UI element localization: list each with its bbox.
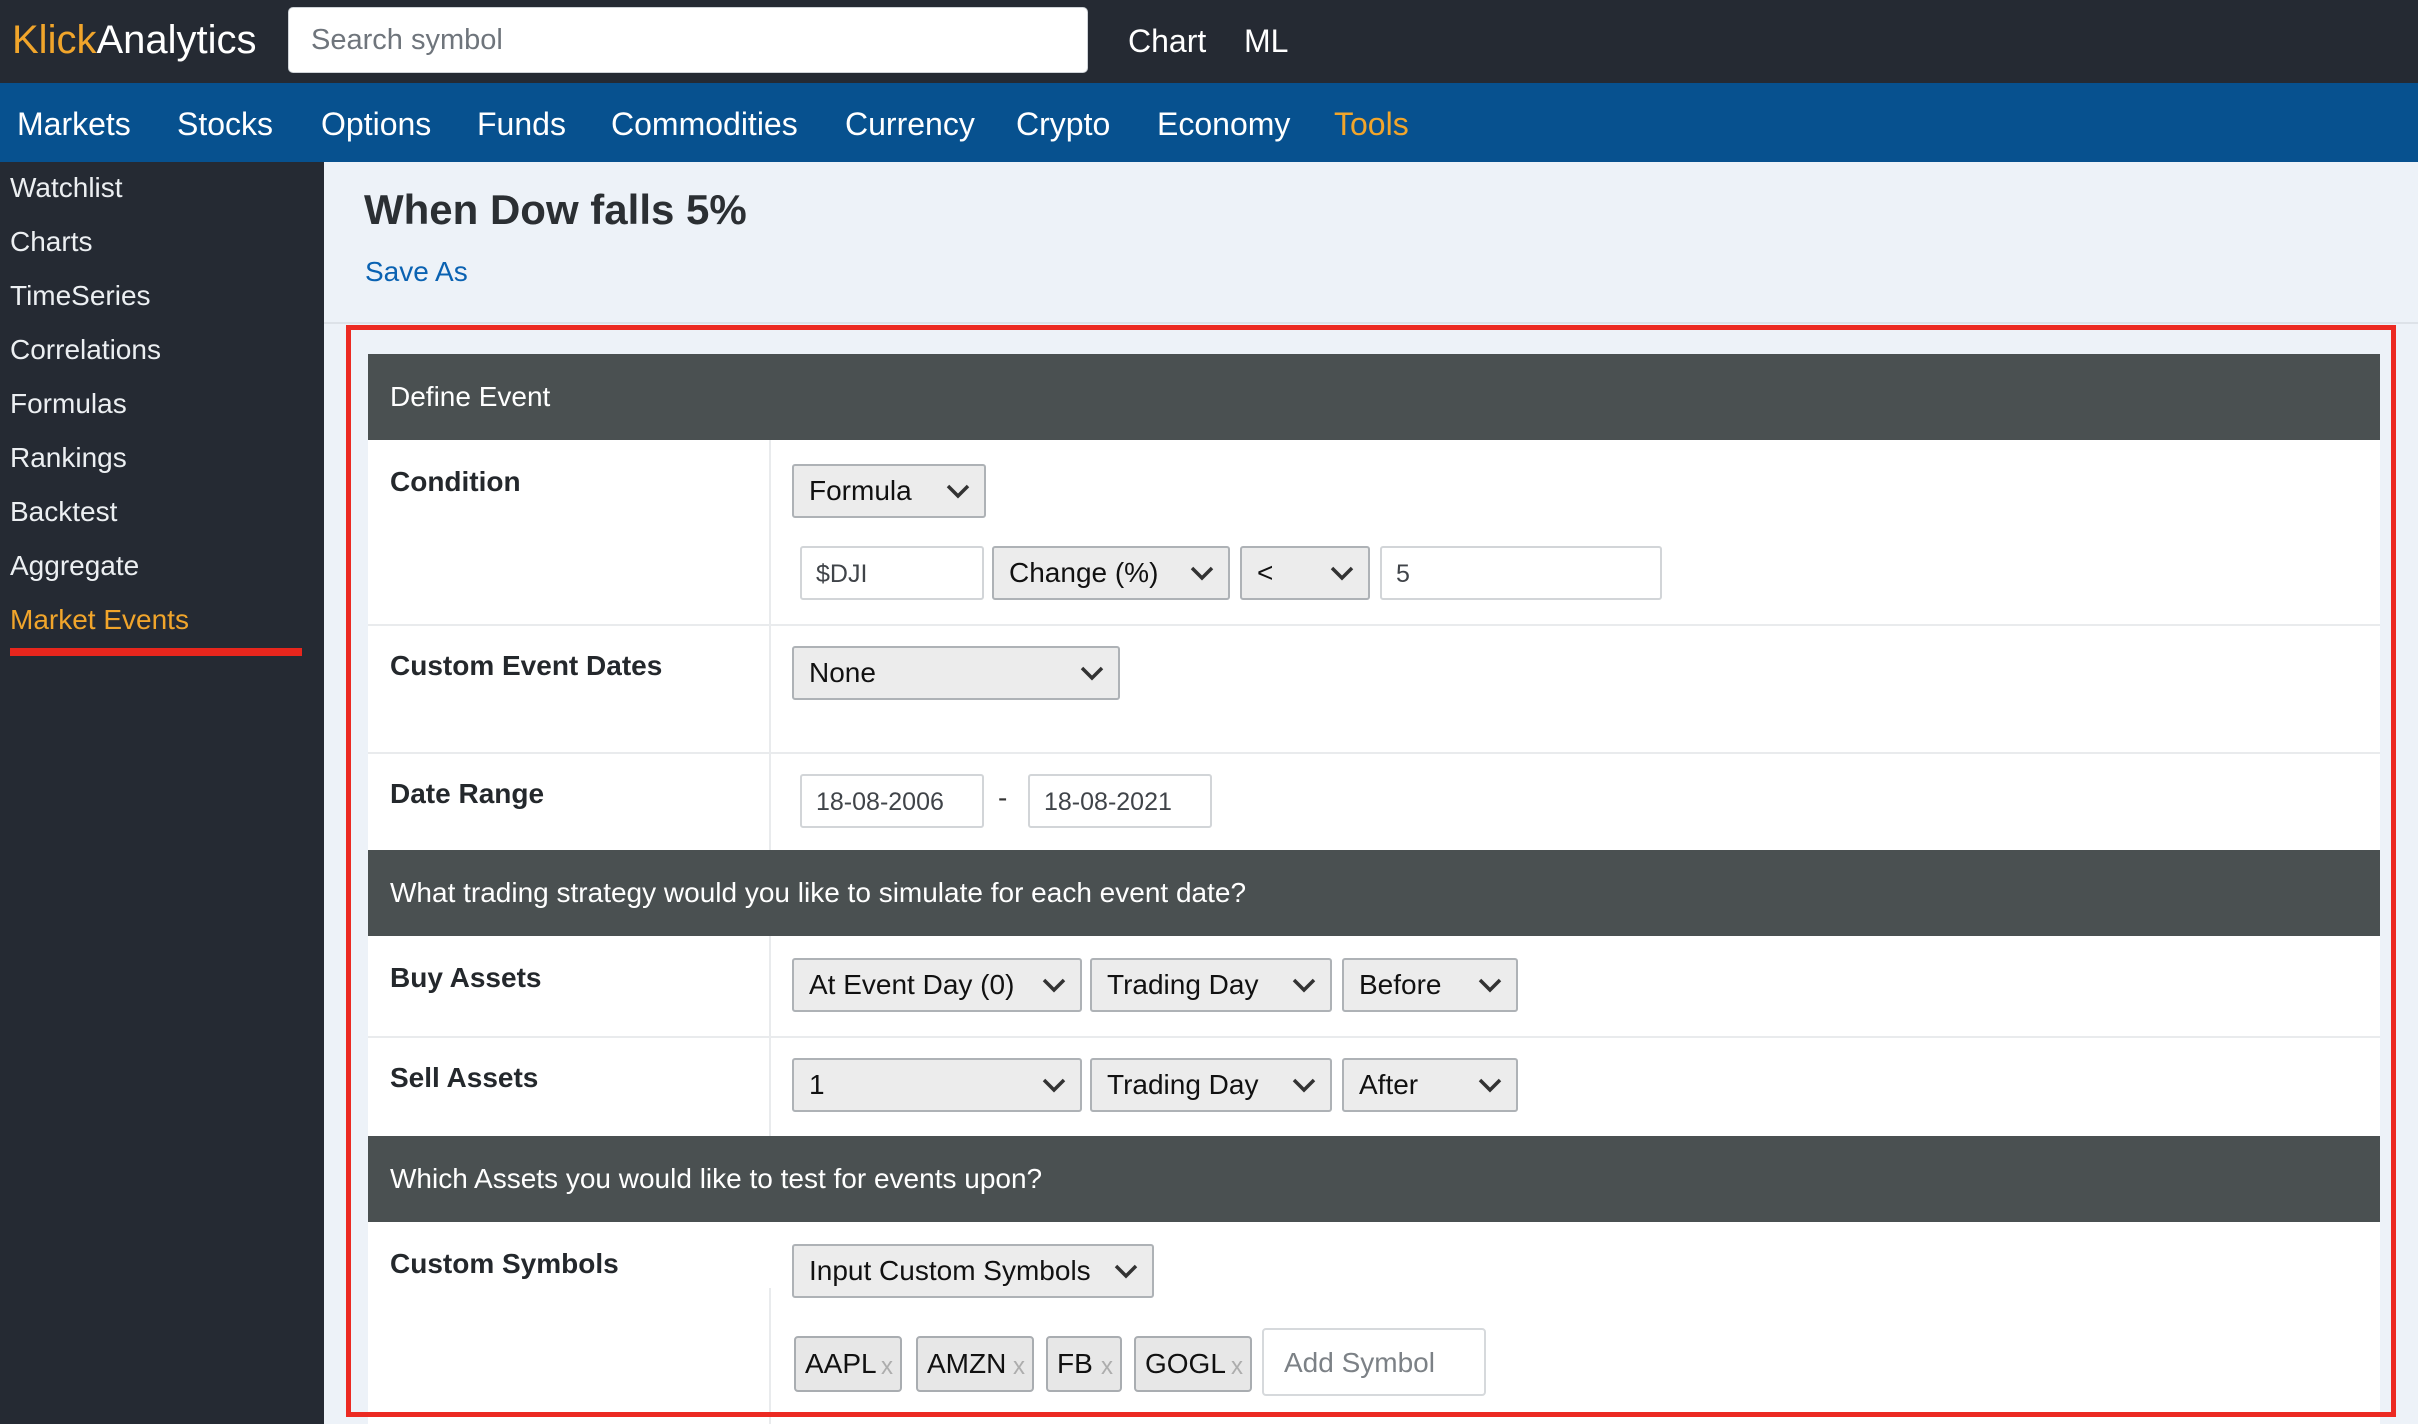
symbol-tag-label: AMZN (927, 1348, 1007, 1379)
page-title: When Dow falls 5% (364, 186, 747, 233)
top-bar: KlickAnalytics Chart ML (0, 0, 2418, 83)
condition-metric-select[interactable]: Change (%) (992, 546, 1230, 600)
symbol-tag: FB x (1046, 1336, 1122, 1392)
sell-position-value: After (1359, 1069, 1419, 1100)
row-divider (368, 752, 2380, 754)
symbol-tag-label: FB (1057, 1348, 1093, 1379)
chevron-down-icon (1330, 566, 1354, 581)
symbols-mode-value: Input Custom Symbols (809, 1255, 1091, 1286)
search-input[interactable] (288, 7, 1088, 73)
buy-unit-value: Trading Day (1107, 969, 1259, 1000)
nav-funds[interactable]: Funds (477, 103, 566, 145)
chevron-down-icon (1190, 566, 1214, 581)
sell-when-select[interactable]: 1 (792, 1058, 1082, 1112)
save-as-link[interactable]: Save As (365, 254, 468, 290)
condition-value-input[interactable]: 5 (1380, 546, 1662, 600)
custom-symbols-label: Custom Symbols (390, 1248, 619, 1279)
condition-type-select[interactable]: Formula (792, 464, 986, 518)
remove-tag-icon[interactable]: x (1101, 1353, 1113, 1381)
buy-when-value: At Event Day (0) (809, 969, 1015, 1000)
symbol-tag-label: AAPL (805, 1348, 877, 1379)
remove-tag-icon[interactable]: x (1231, 1353, 1243, 1381)
sell-assets-label: Sell Assets (390, 1062, 539, 1093)
sidebar-item-rankings[interactable]: Rankings (10, 440, 127, 476)
active-item-underline (10, 648, 302, 656)
event-form-panel: Define Event Condition Formula $DJI Chan… (368, 354, 2380, 1424)
sidebar-item-charts[interactable]: Charts (10, 224, 92, 260)
sidebar-item-market-events[interactable]: Market Events (10, 602, 189, 638)
row-divider (368, 624, 2380, 626)
buy-unit-select[interactable]: Trading Day (1090, 958, 1332, 1012)
chevron-down-icon (1080, 666, 1104, 681)
sidebar-item-formulas[interactable]: Formulas (10, 386, 127, 422)
date-range-label: Date Range (390, 778, 545, 809)
sidebar: Watchlist Charts TimeSeries Correlations… (0, 162, 324, 1424)
symbol-tag: AMZN x (916, 1336, 1034, 1392)
sidebar-item-watchlist[interactable]: Watchlist (10, 170, 123, 206)
add-symbol-input[interactable]: Add Symbol (1262, 1328, 1486, 1396)
condition-metric-value: Change (%) (1009, 557, 1159, 588)
nav-currency[interactable]: Currency (845, 103, 975, 145)
condition-label: Condition (390, 466, 521, 497)
section-header-define-event: Define Event (368, 354, 2380, 440)
condition-operator-value: < (1257, 557, 1274, 588)
buy-position-value: Before (1359, 969, 1442, 1000)
chevron-down-icon (1042, 978, 1066, 993)
buy-assets-label: Buy Assets (390, 962, 542, 993)
chevron-down-icon (1292, 978, 1316, 993)
condition-symbol-input[interactable]: $DJI (800, 546, 984, 600)
sell-unit-select[interactable]: Trading Day (1090, 1058, 1332, 1112)
nav-markets[interactable]: Markets (17, 103, 131, 145)
sell-position-select[interactable]: After (1342, 1058, 1518, 1112)
remove-tag-icon[interactable]: x (881, 1353, 893, 1381)
top-link-chart[interactable]: Chart (1128, 20, 1206, 62)
chevron-down-icon (1478, 978, 1502, 993)
date-to-input[interactable]: 18-08-2021 (1028, 774, 1212, 828)
chevron-down-icon (1114, 1264, 1138, 1279)
nav-commodities[interactable]: Commodities (611, 103, 798, 145)
sidebar-item-timeseries[interactable]: TimeSeries (10, 278, 151, 314)
main-nav: Markets Stocks Options Funds Commodities… (0, 83, 2418, 162)
symbol-tag: GOGL x (1134, 1336, 1252, 1392)
section-header-trading-strategy: What trading strategy would you like to … (368, 850, 2380, 936)
buy-position-select[interactable]: Before (1342, 958, 1518, 1012)
custom-event-dates-label: Custom Event Dates (390, 650, 663, 681)
symbol-tag-label: GOGL (1145, 1348, 1226, 1379)
logo-analytics: Analytics (96, 18, 257, 62)
symbol-tag: AAPL x (794, 1336, 902, 1392)
nav-options[interactable]: Options (321, 103, 431, 145)
chevron-down-icon (1478, 1078, 1502, 1093)
custom-event-dates-value: None (809, 657, 876, 688)
nav-economy[interactable]: Economy (1157, 103, 1290, 145)
section-header-assets: Which Assets you would like to test for … (368, 1136, 2380, 1222)
sell-unit-value: Trading Day (1107, 1069, 1259, 1100)
remove-tag-icon[interactable]: x (1013, 1353, 1025, 1381)
top-link-ml[interactable]: ML (1244, 20, 1288, 62)
logo-klick: Klick (12, 18, 97, 62)
custom-event-dates-select[interactable]: None (792, 646, 1120, 700)
row-divider (368, 1036, 2380, 1038)
sidebar-item-correlations[interactable]: Correlations (10, 332, 161, 368)
nav-crypto[interactable]: Crypto (1016, 103, 1110, 145)
date-range-separator: - (998, 782, 1008, 813)
label-column (368, 1288, 771, 1424)
logo[interactable]: KlickAnalytics (12, 14, 257, 66)
header-divider (324, 322, 2418, 324)
chevron-down-icon (946, 484, 970, 499)
chevron-down-icon (1292, 1078, 1316, 1093)
chevron-down-icon (1042, 1078, 1066, 1093)
sell-when-value: 1 (809, 1069, 825, 1100)
sidebar-item-backtest[interactable]: Backtest (10, 494, 117, 530)
date-from-input[interactable]: 18-08-2006 (800, 774, 984, 828)
condition-type-value: Formula (809, 475, 912, 506)
buy-when-select[interactable]: At Event Day (0) (792, 958, 1082, 1012)
condition-operator-select[interactable]: < (1240, 546, 1370, 600)
sidebar-item-aggregate[interactable]: Aggregate (10, 548, 139, 584)
symbols-mode-select[interactable]: Input Custom Symbols (792, 1244, 1154, 1298)
nav-stocks[interactable]: Stocks (177, 103, 273, 145)
nav-tools[interactable]: Tools (1334, 103, 1409, 145)
